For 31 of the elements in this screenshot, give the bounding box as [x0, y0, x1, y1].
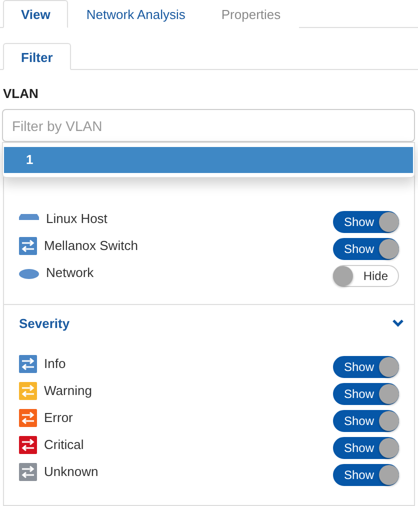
- type-label: Mellanox Switch: [44, 237, 139, 255]
- cloud-icon: [19, 268, 39, 279]
- show-hide-toggle[interactable]: Show: [333, 437, 399, 459]
- chevron-icon[interactable]: [392, 319, 404, 327]
- severity-label: Info: [44, 355, 67, 373]
- severity-icon: [19, 436, 37, 454]
- type-label: Network: [46, 264, 95, 282]
- type-label: Linux Host: [46, 210, 108, 228]
- severity-label: Error: [44, 409, 74, 427]
- show-hide-toggle[interactable]: Show: [333, 211, 399, 233]
- severity-icon: [19, 355, 37, 373]
- switch-icon: [19, 237, 37, 255]
- severity-icon: [19, 463, 37, 481]
- severity-label: Unknown: [44, 463, 100, 481]
- show-hide-toggle[interactable]: Show: [333, 464, 399, 486]
- section-title: Severity: [19, 316, 70, 330]
- show-hide-toggle[interactable]: Show: [333, 383, 399, 405]
- vlan-filter-field[interactable]: Filter by VLAN: [2, 109, 415, 142]
- dropdown-option[interactable]: 1: [4, 147, 413, 173]
- tab[interactable]: View: [3, 0, 68, 28]
- tab[interactable]: Filter: [3, 43, 71, 70]
- show-hide-toggle[interactable]: Show: [333, 356, 399, 378]
- server-icon: [19, 214, 39, 220]
- show-hide-toggle[interactable]: Hide: [333, 265, 399, 287]
- show-hide-toggle[interactable]: Show: [333, 410, 399, 432]
- severity-label: Critical: [44, 436, 85, 454]
- severity-icon: [19, 409, 37, 427]
- severity-icon: [19, 382, 37, 400]
- severity-label: Warning: [44, 382, 93, 400]
- field-label: VLAN: [3, 86, 40, 100]
- show-hide-toggle[interactable]: Show: [333, 238, 399, 260]
